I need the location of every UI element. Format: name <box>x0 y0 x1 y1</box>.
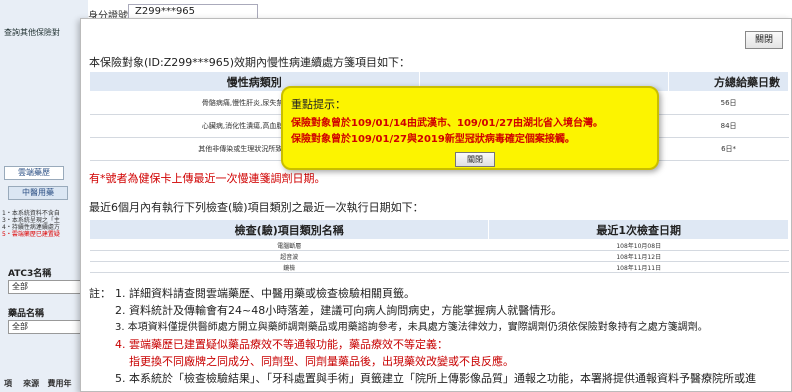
star-note: 有*號者為健保卡上傳最近一次慢連箋調劑日期。 <box>89 172 326 185</box>
chronic-section-title: 本保險對象(ID:Z299***965)效期內慢性病連續處方箋項目如下： <box>89 56 411 69</box>
exam-header-date: 最近1次檢查日期 <box>488 219 789 240</box>
table-row: 超音波 108年11月12日 <box>89 250 789 262</box>
exam-date: 108年11月12日 <box>488 250 789 262</box>
footnote: 1. 詳細資料請查閱雲端藥歷、中醫用藥或檢查檢驗相關頁籤。 <box>115 287 415 300</box>
chronic-days: 6日* <box>668 137 789 161</box>
background-table-header: 項 來源 費用年 <box>4 378 72 389</box>
column-header: 項 <box>4 379 12 388</box>
dialog-close-button[interactable]: 關閉 <box>745 31 783 49</box>
atc-label: ATC3名稱 <box>8 269 52 279</box>
exam-name: 鏡檢 <box>89 261 489 273</box>
table-row: 鏡檢 108年11月11日 <box>89 261 789 273</box>
exam-name: 電腦斷層 <box>89 239 489 251</box>
chronic-days: 56日 <box>668 91 789 115</box>
summary-dialog: 關閉 本保險對象(ID:Z299***965)效期內慢性病連續處方箋項目如下： … <box>80 18 792 392</box>
atc-select[interactable]: 全部 <box>8 280 86 294</box>
tab-cloud-medication[interactable]: 雲端藥歷 <box>4 166 64 180</box>
column-header: 費用年 <box>47 379 72 388</box>
drug-name-label: 藥品名稱 <box>8 309 45 319</box>
alert-line-contact: 保險對象曾於109/01/27與2019新型冠狀病毒確定個案接觸。 <box>291 134 575 145</box>
background-note: 5・雲端藥歷已建置疑 <box>2 231 60 238</box>
key-alert-popup: 重點提示： 保險對象曾於109/01/14由武漢市、109/01/27由湖北省入… <box>281 86 659 170</box>
background-note: 1・本系統資料不含自 <box>2 210 60 217</box>
footnote: 3. 本項資料僅提供醫師處方開立與藥師調劑藥品或用藥諮詢參考，未具處方箋法律效力… <box>115 322 708 333</box>
footnote: 2. 資料統計及傳輸會有24~48小時落差，建議可向病人詢問病史，方能掌握病人就… <box>115 304 563 317</box>
alert-line-entry: 保險對象曾於109/01/14由武漢市、109/01/27由湖北省入境台灣。 <box>291 118 604 129</box>
notes-lead: 註： <box>89 287 111 300</box>
table-row: 電腦斷層 108年10月08日 <box>89 239 789 251</box>
tab-chinese-medicine[interactable]: 中醫用藥 <box>8 186 68 200</box>
alert-close-button[interactable]: 關閉 <box>455 152 495 167</box>
exam-date: 108年10月08日 <box>488 239 789 251</box>
exam-date: 108年11月11日 <box>488 261 789 273</box>
footnote: 指更換不同廠牌之同成分、同劑型、同劑量藥品後，出現藥效改變或不良反應。 <box>129 355 514 368</box>
query-other-button[interactable]: 查詢其他保險對 <box>4 26 88 40</box>
exam-header-name: 檢查(驗)項目類別名稱 <box>88 219 490 240</box>
footnote: 4. 雲端藥歷已建置疑似藥品療效不等通報功能，藥品療效不等定義： <box>115 338 448 351</box>
alert-title: 重點提示： <box>291 98 346 111</box>
background-tabs: 雲端藥歷 中醫用藥 <box>0 166 88 200</box>
exam-table: 檢查(驗)項目類別名稱 最近1次檢查日期 電腦斷層 108年10月08日 超音波… <box>88 219 789 273</box>
exam-section-title: 最近6個月內有執行下列檢查(驗)項目類別之最近一次執行日期如下： <box>89 201 424 214</box>
footnotes: 註： 1. 詳細資料請查閱雲端藥歷、中醫用藥或檢查檢驗相關頁籤。 2. 資料統計… <box>89 285 789 387</box>
footnote: 5. 本系統於「檢查檢驗結果」、「牙科處置與手術」頁籤建立「院所上傳影像品質」通… <box>115 372 756 385</box>
chronic-header-days: 方總給藥日數 <box>668 71 789 92</box>
exam-name: 超音波 <box>89 250 489 262</box>
column-header: 來源 <box>23 379 40 388</box>
chronic-days: 84日 <box>668 114 789 138</box>
background-note: 3・本系統呈現之「主 <box>2 217 60 224</box>
background-note: 4・持續性病連續處方 <box>2 224 60 231</box>
background-notes: 1・本系統資料不含自 3・本系統呈現之「主 4・持續性病連續處方 5・雲端藥歷已… <box>2 210 86 238</box>
drug-name-select[interactable]: 全部 <box>8 320 86 334</box>
